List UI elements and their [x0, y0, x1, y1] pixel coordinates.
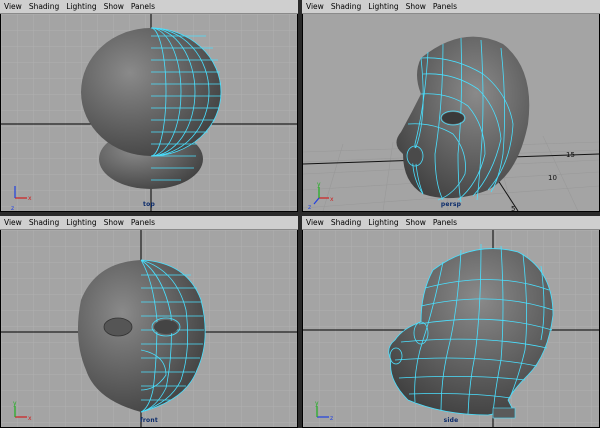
- svg-text:x: x: [28, 415, 32, 422]
- svg-text:z: z: [330, 415, 333, 422]
- menu-shading[interactable]: Shading: [29, 1, 59, 13]
- menu-view[interactable]: View: [306, 217, 324, 229]
- menu-shading[interactable]: Shading: [29, 217, 59, 229]
- viewport-label: front: [140, 417, 158, 424]
- menu-panels[interactable]: Panels: [433, 1, 457, 13]
- viewport-label: persp: [440, 201, 462, 208]
- viewport-label: side: [443, 417, 459, 424]
- menu-shading[interactable]: Shading: [331, 1, 361, 13]
- head-mesh[interactable]: [81, 27, 222, 189]
- viewport-canvas[interactable]: x y front: [1, 230, 297, 427]
- viewport-canvas[interactable]: z y side: [303, 230, 599, 427]
- viewport-label: top: [143, 201, 155, 208]
- menu-view[interactable]: View: [4, 1, 22, 13]
- svg-text:x: x: [330, 196, 334, 203]
- svg-text:z: z: [308, 204, 311, 211]
- viewport-front[interactable]: View Shading Lighting Show Panels x y fr…: [0, 216, 298, 428]
- viewport-menubar: View Shading Lighting Show Panels: [0, 216, 298, 230]
- menu-show[interactable]: Show: [104, 217, 124, 229]
- menu-lighting[interactable]: Lighting: [66, 1, 96, 13]
- svg-text:y: y: [315, 400, 319, 407]
- scene-top: x z: [1, 14, 297, 211]
- grid-tick-5: 5: [511, 205, 515, 211]
- svg-text:y: y: [317, 181, 321, 188]
- viewport-menubar: View Shading Lighting Show Panels: [302, 0, 600, 14]
- grid-tick-15: 15: [566, 151, 575, 159]
- svg-text:z: z: [11, 205, 14, 211]
- viewport-menubar: View Shading Lighting Show Panels: [302, 216, 600, 230]
- menu-panels[interactable]: Panels: [433, 217, 457, 229]
- viewport-side[interactable]: View Shading Lighting Show Panels z y si…: [302, 216, 600, 428]
- viewport-persp[interactable]: View Shading Lighting Show Panels 15 10 …: [302, 0, 600, 212]
- menu-show[interactable]: Show: [104, 1, 124, 13]
- menu-lighting[interactable]: Lighting: [368, 217, 398, 229]
- scene-persp: 15 10 5 x y z: [303, 36, 599, 211]
- svg-text:y: y: [13, 400, 17, 407]
- menu-shading[interactable]: Shading: [331, 217, 361, 229]
- viewport-canvas[interactable]: x z top: [1, 14, 297, 211]
- menu-panels[interactable]: Panels: [131, 1, 155, 13]
- menu-view[interactable]: View: [306, 1, 324, 13]
- viewport-top[interactable]: View Shading Lighting Show Panels x z to…: [0, 0, 298, 212]
- menu-panels[interactable]: Panels: [131, 217, 155, 229]
- menu-show[interactable]: Show: [406, 1, 426, 13]
- menu-lighting[interactable]: Lighting: [66, 217, 96, 229]
- scene-side: z y: [303, 230, 599, 427]
- menu-view[interactable]: View: [4, 217, 22, 229]
- menu-show[interactable]: Show: [406, 217, 426, 229]
- menu-lighting[interactable]: Lighting: [368, 1, 398, 13]
- viewport-canvas[interactable]: 15 10 5 x y z persp: [303, 14, 599, 211]
- grid-tick-10: 10: [548, 174, 557, 182]
- scene-front: x y: [1, 230, 297, 427]
- svg-text:x: x: [28, 195, 32, 202]
- viewport-menubar: View Shading Lighting Show Panels: [0, 0, 298, 14]
